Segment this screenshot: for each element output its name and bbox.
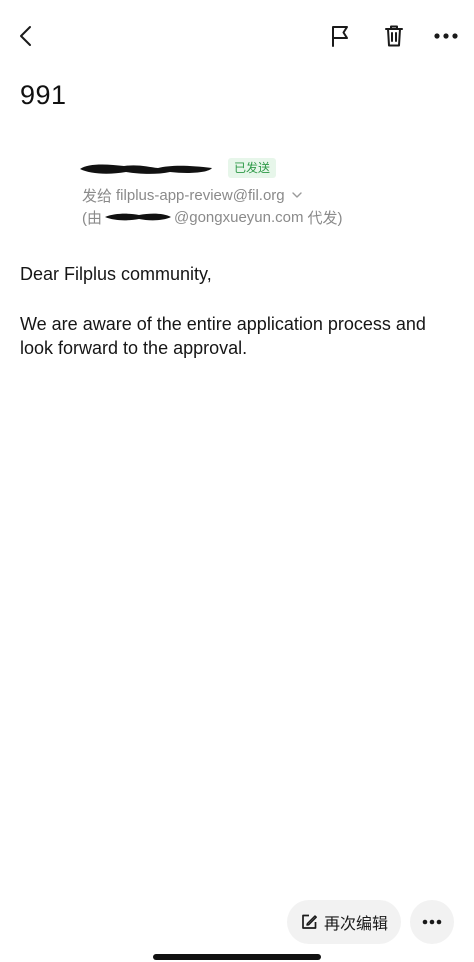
delete-button[interactable] — [374, 16, 414, 56]
email-subject: 991 — [20, 80, 67, 110]
via-close: 代发) — [307, 209, 343, 227]
reedit-button[interactable]: 再次编辑 — [287, 900, 401, 944]
home-indicator[interactable] — [153, 954, 321, 960]
top-toolbar — [0, 0, 474, 72]
flag-button[interactable] — [320, 16, 360, 56]
recipient-row[interactable]: 发给 filplus-app-review@fil.org — [82, 184, 462, 206]
sent-via-row: (由 @gongxueyun.com 代发) — [82, 206, 462, 228]
edit-icon — [302, 914, 317, 929]
email-body: Dear Filplus community, We are aware of … — [20, 262, 460, 360]
back-button[interactable] — [6, 16, 46, 56]
via-domain: @gongxueyun.com — [174, 208, 304, 226]
body-paragraph: We are aware of the entire application p… — [20, 314, 426, 358]
status-badge: 已发送 — [228, 158, 277, 178]
body-greeting: Dear Filplus community, — [20, 264, 212, 284]
redacted-sender-name — [80, 164, 212, 174]
via-open: (由 — [82, 209, 102, 227]
trash-icon — [385, 25, 403, 47]
ellipsis-icon — [422, 919, 442, 925]
more-actions-button[interactable] — [410, 900, 454, 944]
to-address: filplus-app-review@fil.org — [116, 186, 285, 204]
chevron-left-icon — [20, 26, 31, 46]
sender-block: 已发送 发给 filplus-app-review@fil.org (由 @go… — [80, 156, 462, 228]
reedit-label: 再次编辑 — [323, 916, 388, 933]
more-button[interactable] — [426, 16, 466, 56]
flag-icon — [332, 26, 348, 47]
redacted-account — [105, 213, 171, 221]
chevron-down-icon — [291, 192, 302, 198]
ellipsis-icon — [434, 33, 458, 39]
to-prefix: 发给 — [82, 187, 113, 205]
